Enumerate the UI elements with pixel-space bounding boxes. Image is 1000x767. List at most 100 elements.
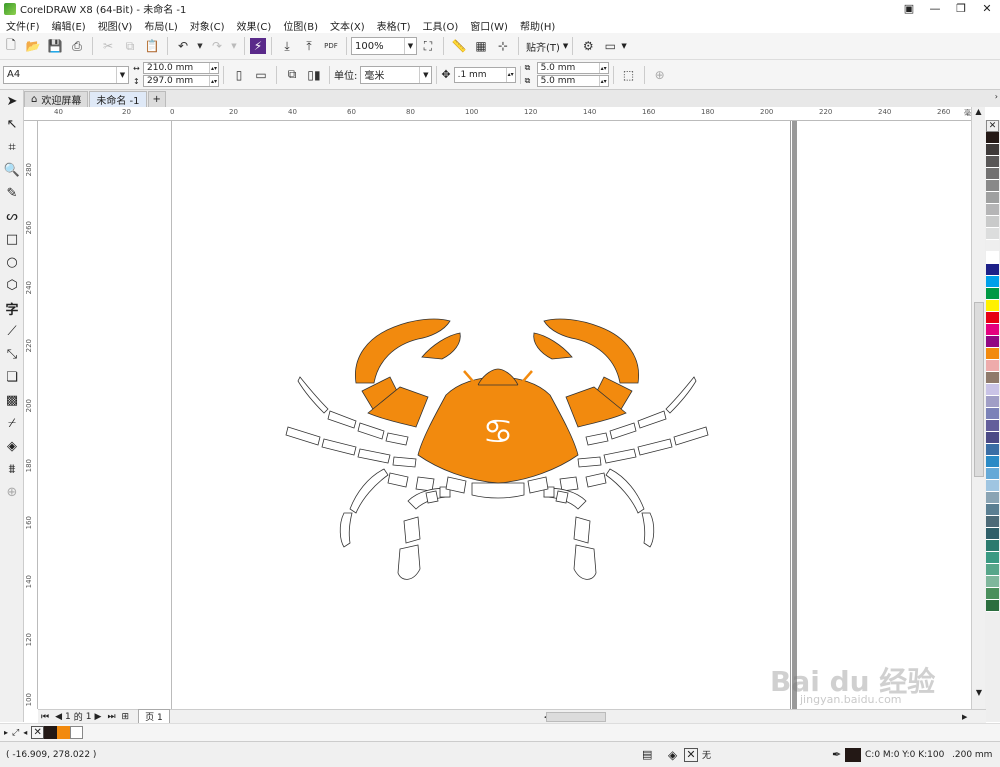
nudge-distance-input[interactable]: .1 mm ▴▾: [453, 66, 516, 83]
fill-info-icon[interactable]: ▤: [642, 748, 652, 761]
palette-swatch[interactable]: [986, 132, 999, 144]
palette-swatch[interactable]: [986, 516, 999, 528]
palette-swatch[interactable]: [986, 252, 999, 264]
print-icon[interactable]: ⎙: [67, 36, 87, 56]
fill-bucket-icon[interactable]: ◈: [668, 748, 677, 762]
palette-swatch[interactable]: [986, 300, 999, 312]
copy-icon[interactable]: ⧉: [120, 36, 140, 56]
page-tab[interactable]: 页 1: [138, 709, 170, 724]
polygon-tool-icon[interactable]: ⬡: [0, 274, 24, 297]
crop-tool-icon[interactable]: ⌗: [0, 136, 24, 159]
show-grid-icon[interactable]: ▦: [471, 36, 491, 56]
units-select[interactable]: 毫米 ▼: [360, 65, 433, 84]
spin-icon[interactable]: ▴▾: [598, 76, 608, 86]
first-page-icon[interactable]: ⏮: [41, 712, 49, 722]
doc-swatch-black[interactable]: [44, 726, 58, 739]
palette-swatch[interactable]: [986, 588, 999, 600]
spin-icon[interactable]: ▴▾: [505, 67, 515, 82]
save-icon[interactable]: 💾: [45, 36, 65, 56]
palette-swatch[interactable]: [986, 288, 999, 300]
undo-icon[interactable]: ↶: [173, 36, 193, 56]
show-guidelines-icon[interactable]: ⊹: [493, 36, 513, 56]
doc-swatch-white[interactable]: [70, 726, 84, 739]
palette-swatch[interactable]: [986, 204, 999, 216]
search-content-icon[interactable]: ⚡: [250, 38, 266, 54]
menu-table[interactable]: 表格(T): [371, 18, 417, 33]
add-tool-icon[interactable]: ⊕: [0, 481, 24, 504]
palette-swatch[interactable]: [986, 144, 999, 156]
page-size-select[interactable]: A4 ▼: [3, 65, 129, 84]
last-page-icon[interactable]: ⏭: [107, 712, 115, 722]
menu-object[interactable]: 对象(C): [184, 18, 231, 33]
vertical-scrollbar[interactable]: ▲ ▼: [971, 107, 985, 709]
eyedropper-icon[interactable]: ⤢: [12, 728, 19, 738]
duplicate-y-input[interactable]: 5.0 mm ▴▾: [536, 75, 609, 87]
undo-dropdown-icon[interactable]: ▼: [195, 36, 205, 56]
vertical-scroll-thumb[interactable]: [974, 302, 984, 477]
ellipse-tool-icon[interactable]: ○: [0, 251, 24, 274]
connector-tool-icon[interactable]: ⤡: [0, 343, 24, 366]
add-page-icon[interactable]: ⊞: [122, 712, 130, 722]
palette-swatch[interactable]: [986, 264, 999, 276]
palette-swatch[interactable]: [986, 372, 999, 384]
redo-dropdown-icon[interactable]: ▼: [229, 36, 239, 56]
interactive-fill-icon[interactable]: ◈: [0, 435, 24, 458]
shape-tool-icon[interactable]: ↖: [0, 113, 24, 136]
menu-layout[interactable]: 布局(L): [138, 18, 183, 33]
options-gear-icon[interactable]: ⚙: [578, 36, 598, 56]
all-pages-icon[interactable]: ⧉: [282, 65, 302, 85]
palette-swatch[interactable]: [986, 156, 999, 168]
palette-swatch[interactable]: [986, 348, 999, 360]
menu-window[interactable]: 窗口(W): [464, 18, 514, 33]
export-icon[interactable]: ⤒: [299, 36, 319, 56]
drop-shadow-icon[interactable]: ❏: [0, 366, 24, 389]
paste-icon[interactable]: 📋: [142, 36, 162, 56]
drawing-canvas[interactable]: ♋: [38, 121, 986, 709]
tab-welcome[interactable]: ⌂ 欢迎屏幕: [24, 91, 89, 107]
snap-to-menu[interactable]: 贴齐(T): [526, 39, 560, 54]
horizontal-scroll-thumb[interactable]: [546, 712, 606, 722]
palette-swatch[interactable]: [986, 564, 999, 576]
landscape-icon[interactable]: ▭: [251, 65, 271, 85]
spin-icon[interactable]: ▴▾: [209, 63, 218, 73]
outline-pen-icon[interactable]: ✒: [832, 748, 841, 761]
show-rulers-icon[interactable]: 📏: [449, 36, 469, 56]
minimize-button[interactable]: —: [922, 0, 948, 17]
palette-swatch[interactable]: [986, 336, 999, 348]
import-icon[interactable]: ⤓: [277, 36, 297, 56]
palette-swatch[interactable]: [986, 168, 999, 180]
artistic-media-icon[interactable]: ᔕ: [0, 205, 24, 228]
zoom-level-select[interactable]: 100% ▼: [351, 37, 417, 55]
full-screen-icon[interactable]: ⛶: [418, 36, 438, 56]
transparency-icon[interactable]: ▩: [0, 389, 24, 412]
menu-edit[interactable]: 编辑(E): [46, 18, 92, 33]
page-border-icon[interactable]: ⬚: [619, 65, 639, 85]
menu-file[interactable]: 文件(F): [0, 18, 46, 33]
palette-swatch[interactable]: [986, 312, 999, 324]
tab-scroll-icon[interactable]: ›: [995, 92, 998, 101]
horizontal-ruler[interactable]: 40 20 0 20 40 60 80 100 120 140 160 180 200 220 240 260…: [24, 107, 986, 121]
scroll-down-icon[interactable]: ▼: [972, 688, 986, 697]
add-icon[interactable]: ⊕: [650, 65, 670, 85]
redo-icon[interactable]: ↷: [207, 36, 227, 56]
scroll-right-icon[interactable]: ▶: [962, 713, 967, 721]
palette-swatch[interactable]: [986, 192, 999, 204]
no-color-swatch[interactable]: ✕: [986, 120, 999, 132]
spin-icon[interactable]: ▴▾: [209, 76, 218, 86]
prev-page-icon[interactable]: ◀: [55, 712, 62, 722]
palette-swatch[interactable]: [986, 408, 999, 420]
menu-effects[interactable]: 效果(C): [231, 18, 278, 33]
palette-swatch[interactable]: [986, 468, 999, 480]
palette-swatch[interactable]: [986, 276, 999, 288]
duplicate-x-input[interactable]: 5.0 mm ▴▾: [536, 62, 609, 74]
publish-pdf-icon[interactable]: PDF: [321, 36, 341, 56]
palette-menu-icon[interactable]: ▸: [4, 728, 8, 737]
palette-swatch[interactable]: [986, 600, 999, 612]
crab-drawing[interactable]: ♋: [38, 121, 986, 709]
palette-swatch[interactable]: [986, 396, 999, 408]
menu-bitmaps[interactable]: 位图(B): [277, 18, 324, 33]
palette-swatch[interactable]: [986, 420, 999, 432]
menu-help[interactable]: 帮助(H): [514, 18, 561, 33]
doc-swatch-none[interactable]: ✕: [31, 726, 45, 739]
fill-none-icon[interactable]: ✕: [684, 747, 698, 762]
